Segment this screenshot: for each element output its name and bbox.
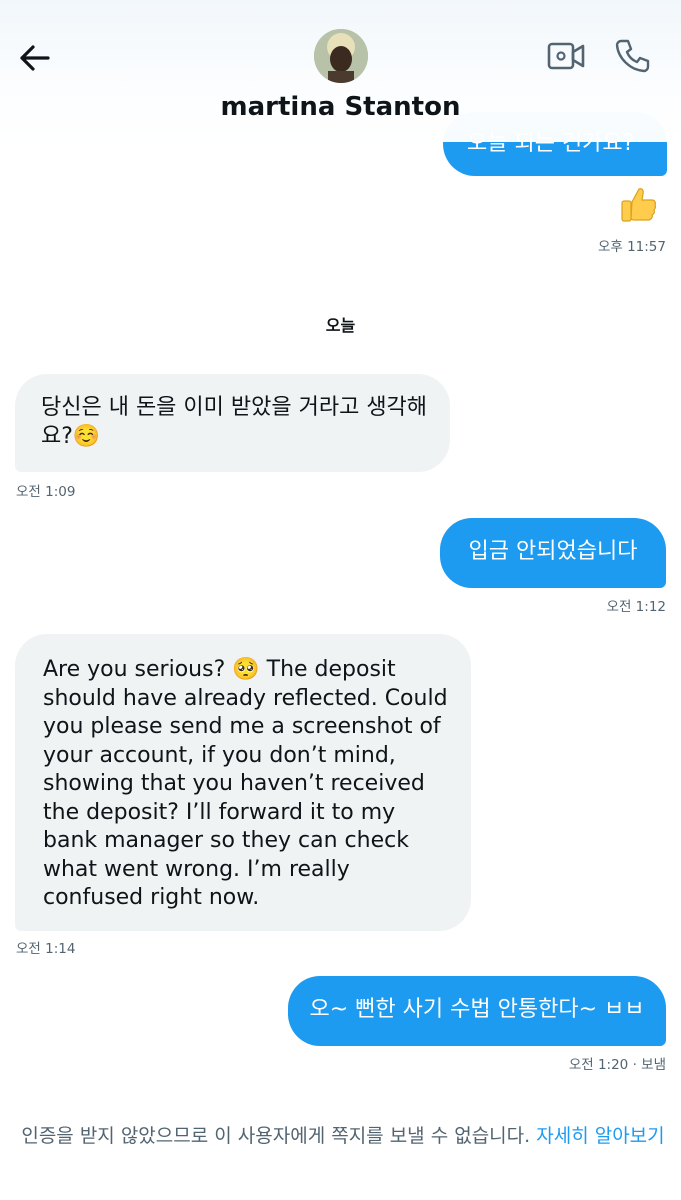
learn-more-link[interactable]: 자세히 알아보기 (536, 1125, 664, 1147)
conversation-header: martina Stanton (0, 0, 681, 142)
message-text-line: 당신은 내 돈을 이미 받았을 거라고 생각해 (41, 395, 428, 420)
video-camera-icon (547, 42, 585, 70)
message-text-line: showing that you haven’t received (43, 771, 425, 796)
voice-call-button[interactable] (612, 36, 652, 76)
message-bubble-outgoing[interactable]: 오~ 뻔한 사기 수법 안통한다~ ㅂㅂ (288, 976, 666, 1046)
message-timestamp: 오후 11:57 (597, 239, 666, 255)
message-text-line: you please send me a screenshot of (43, 714, 441, 739)
message-text-line: 요?☺️ (41, 423, 101, 449)
phone-icon (615, 39, 650, 73)
avatar-image (314, 29, 368, 83)
message-text-line: confused right now. (43, 885, 260, 910)
arrow-left-icon (20, 45, 50, 71)
message-text-line: what went wrong. I’m really (43, 856, 350, 882)
message-text: 오~ 뻔한 사기 수법 안통한다~ ㅂㅂ (309, 997, 645, 1022)
video-call-button[interactable] (546, 38, 586, 74)
message-text-line: your account, if you don’t mind, (43, 742, 396, 768)
back-button[interactable] (14, 38, 54, 78)
message-timestamp: 오전 1:14 (16, 941, 76, 957)
message-bubble-outgoing[interactable]: 입금 안되었습니다 (440, 518, 666, 588)
message-bubble-incoming[interactable]: 당신은 내 돈을 이미 받았을 거라고 생각해 요?☺️ (15, 374, 450, 472)
contact-avatar[interactable] (314, 29, 368, 83)
contact-name[interactable]: martina Stanton (0, 92, 681, 122)
thumbs-up-icon (621, 188, 657, 222)
message-timestamp: 오전 1:12 (606, 599, 666, 615)
notice-text: 인증을 받지 않았으므로 이 사용자에게 쪽지를 보낼 수 없습니다. (21, 1125, 531, 1147)
message-text-line: the deposit? I’ll forward it to my (43, 799, 396, 825)
message-text-line: should have already reflected. Could (43, 685, 448, 711)
day-separator: 오늘 (325, 316, 356, 335)
message-text: 입금 안되었습니다 (468, 539, 638, 564)
message-timestamp: 오전 1:09 (16, 484, 76, 500)
dm-restriction-notice: 인증을 받지 않았으므로 이 사용자에게 쪽지를 보낼 수 없습니다. 자세히 … (20, 1122, 666, 1150)
message-bubble-incoming[interactable]: Are you serious? 🥺 The deposit should ha… (15, 634, 471, 931)
message-text-line: bank manager so they can check (43, 828, 409, 853)
message-text-line: Are you serious? 🥺 The deposit (43, 657, 396, 682)
message-timestamp-sent: 오전 1:20 · 보냄 (568, 1057, 666, 1073)
emoji-message[interactable] (617, 184, 659, 226)
